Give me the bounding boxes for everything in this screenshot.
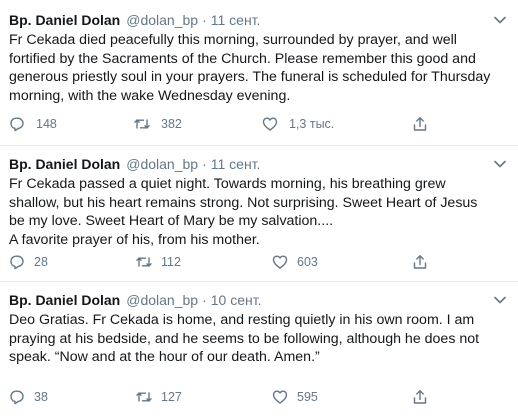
tweet-date[interactable]: 10 сент. bbox=[211, 291, 262, 309]
tweet-header: Bp. Daniel Dolan @dolan_bp · 11 сент. bbox=[9, 11, 508, 29]
chevron-down-icon[interactable] bbox=[493, 157, 507, 171]
tweet-text: Fr Cekada passed a quiet night. Towards … bbox=[9, 176, 478, 248]
heart-icon bbox=[272, 255, 288, 269]
reply-icon bbox=[10, 255, 24, 270]
like-button[interactable]: 603 bbox=[271, 252, 318, 272]
like-button[interactable]: 1,3 тыс. bbox=[261, 114, 334, 134]
reply-button[interactable]: 148 bbox=[8, 114, 57, 134]
reply-count: 148 bbox=[36, 117, 57, 131]
reply-icon bbox=[10, 390, 24, 405]
author-name[interactable]: Bp. Daniel Dolan bbox=[9, 155, 120, 173]
reply-button[interactable]: 28 bbox=[8, 252, 48, 272]
like-count: 1,3 тыс. bbox=[289, 117, 335, 131]
like-button[interactable]: 595 bbox=[271, 387, 318, 407]
chevron-down-icon[interactable] bbox=[493, 13, 507, 27]
author-name[interactable]: Bp. Daniel Dolan bbox=[9, 291, 120, 309]
heart-icon bbox=[272, 390, 288, 404]
separator-dot: · bbox=[202, 292, 207, 308]
tweet-actions: 38 127 595 bbox=[0, 387, 518, 407]
author-handle[interactable]: @dolan_bp bbox=[126, 291, 198, 309]
author-handle[interactable]: @dolan_bp bbox=[126, 155, 198, 173]
reply-button[interactable]: 38 bbox=[8, 387, 48, 407]
heart-icon bbox=[262, 117, 278, 131]
retweet-button[interactable]: 382 bbox=[133, 114, 182, 134]
retweet-button[interactable]: 112 bbox=[135, 252, 181, 272]
reply-count: 38 bbox=[34, 390, 48, 404]
retweet-count: 112 bbox=[161, 255, 181, 269]
share-button[interactable] bbox=[411, 114, 429, 134]
retweet-button[interactable]: 127 bbox=[135, 387, 182, 407]
share-icon bbox=[413, 390, 427, 404]
tweet-actions: 148 382 1,3 тыс. bbox=[0, 114, 518, 134]
share-icon bbox=[413, 255, 427, 269]
tweet-actions: 28 112 603 bbox=[0, 252, 518, 272]
author-name[interactable]: Bp. Daniel Dolan bbox=[9, 11, 120, 29]
tweet[interactable]: Bp. Daniel Dolan @dolan_bp · 11 сент. Fr… bbox=[0, 0, 518, 146]
tweet-date[interactable]: 11 сент. bbox=[211, 155, 261, 173]
retweet-icon bbox=[136, 392, 152, 402]
like-count: 603 bbox=[297, 255, 318, 269]
reply-count: 28 bbox=[34, 255, 48, 269]
retweet-count: 382 bbox=[161, 117, 182, 131]
reply-icon bbox=[10, 117, 24, 132]
retweet-icon bbox=[134, 119, 150, 129]
chevron-down-icon[interactable] bbox=[493, 293, 507, 307]
retweet-icon bbox=[136, 257, 152, 267]
tweet-text: Deo Gratias. Fr Cekada is home, and rest… bbox=[9, 312, 480, 365]
share-icon bbox=[413, 117, 427, 131]
tweet-header: Bp. Daniel Dolan @dolan_bp · 10 сент. bbox=[9, 291, 508, 309]
share-button[interactable] bbox=[411, 387, 429, 407]
retweet-count: 127 bbox=[161, 390, 182, 404]
author-handle[interactable]: @dolan_bp bbox=[126, 11, 198, 29]
tweet[interactable]: Bp. Daniel Dolan @dolan_bp · 10 сент. De… bbox=[0, 282, 518, 416]
share-button[interactable] bbox=[411, 252, 429, 272]
tweet-text: Fr Cekada died peacefully this morning, … bbox=[9, 32, 491, 104]
tweet[interactable]: Bp. Daniel Dolan @dolan_bp · 11 сент. Fr… bbox=[0, 146, 518, 282]
like-count: 595 bbox=[297, 390, 318, 404]
tweet-date[interactable]: 11 сент. bbox=[211, 11, 261, 29]
tweet-feed: Bp. Daniel Dolan @dolan_bp · 11 сент. Fr… bbox=[0, 0, 518, 416]
separator-dot: · bbox=[202, 156, 207, 172]
separator-dot: · bbox=[202, 12, 207, 28]
tweet-header: Bp. Daniel Dolan @dolan_bp · 11 сент. bbox=[9, 155, 508, 173]
